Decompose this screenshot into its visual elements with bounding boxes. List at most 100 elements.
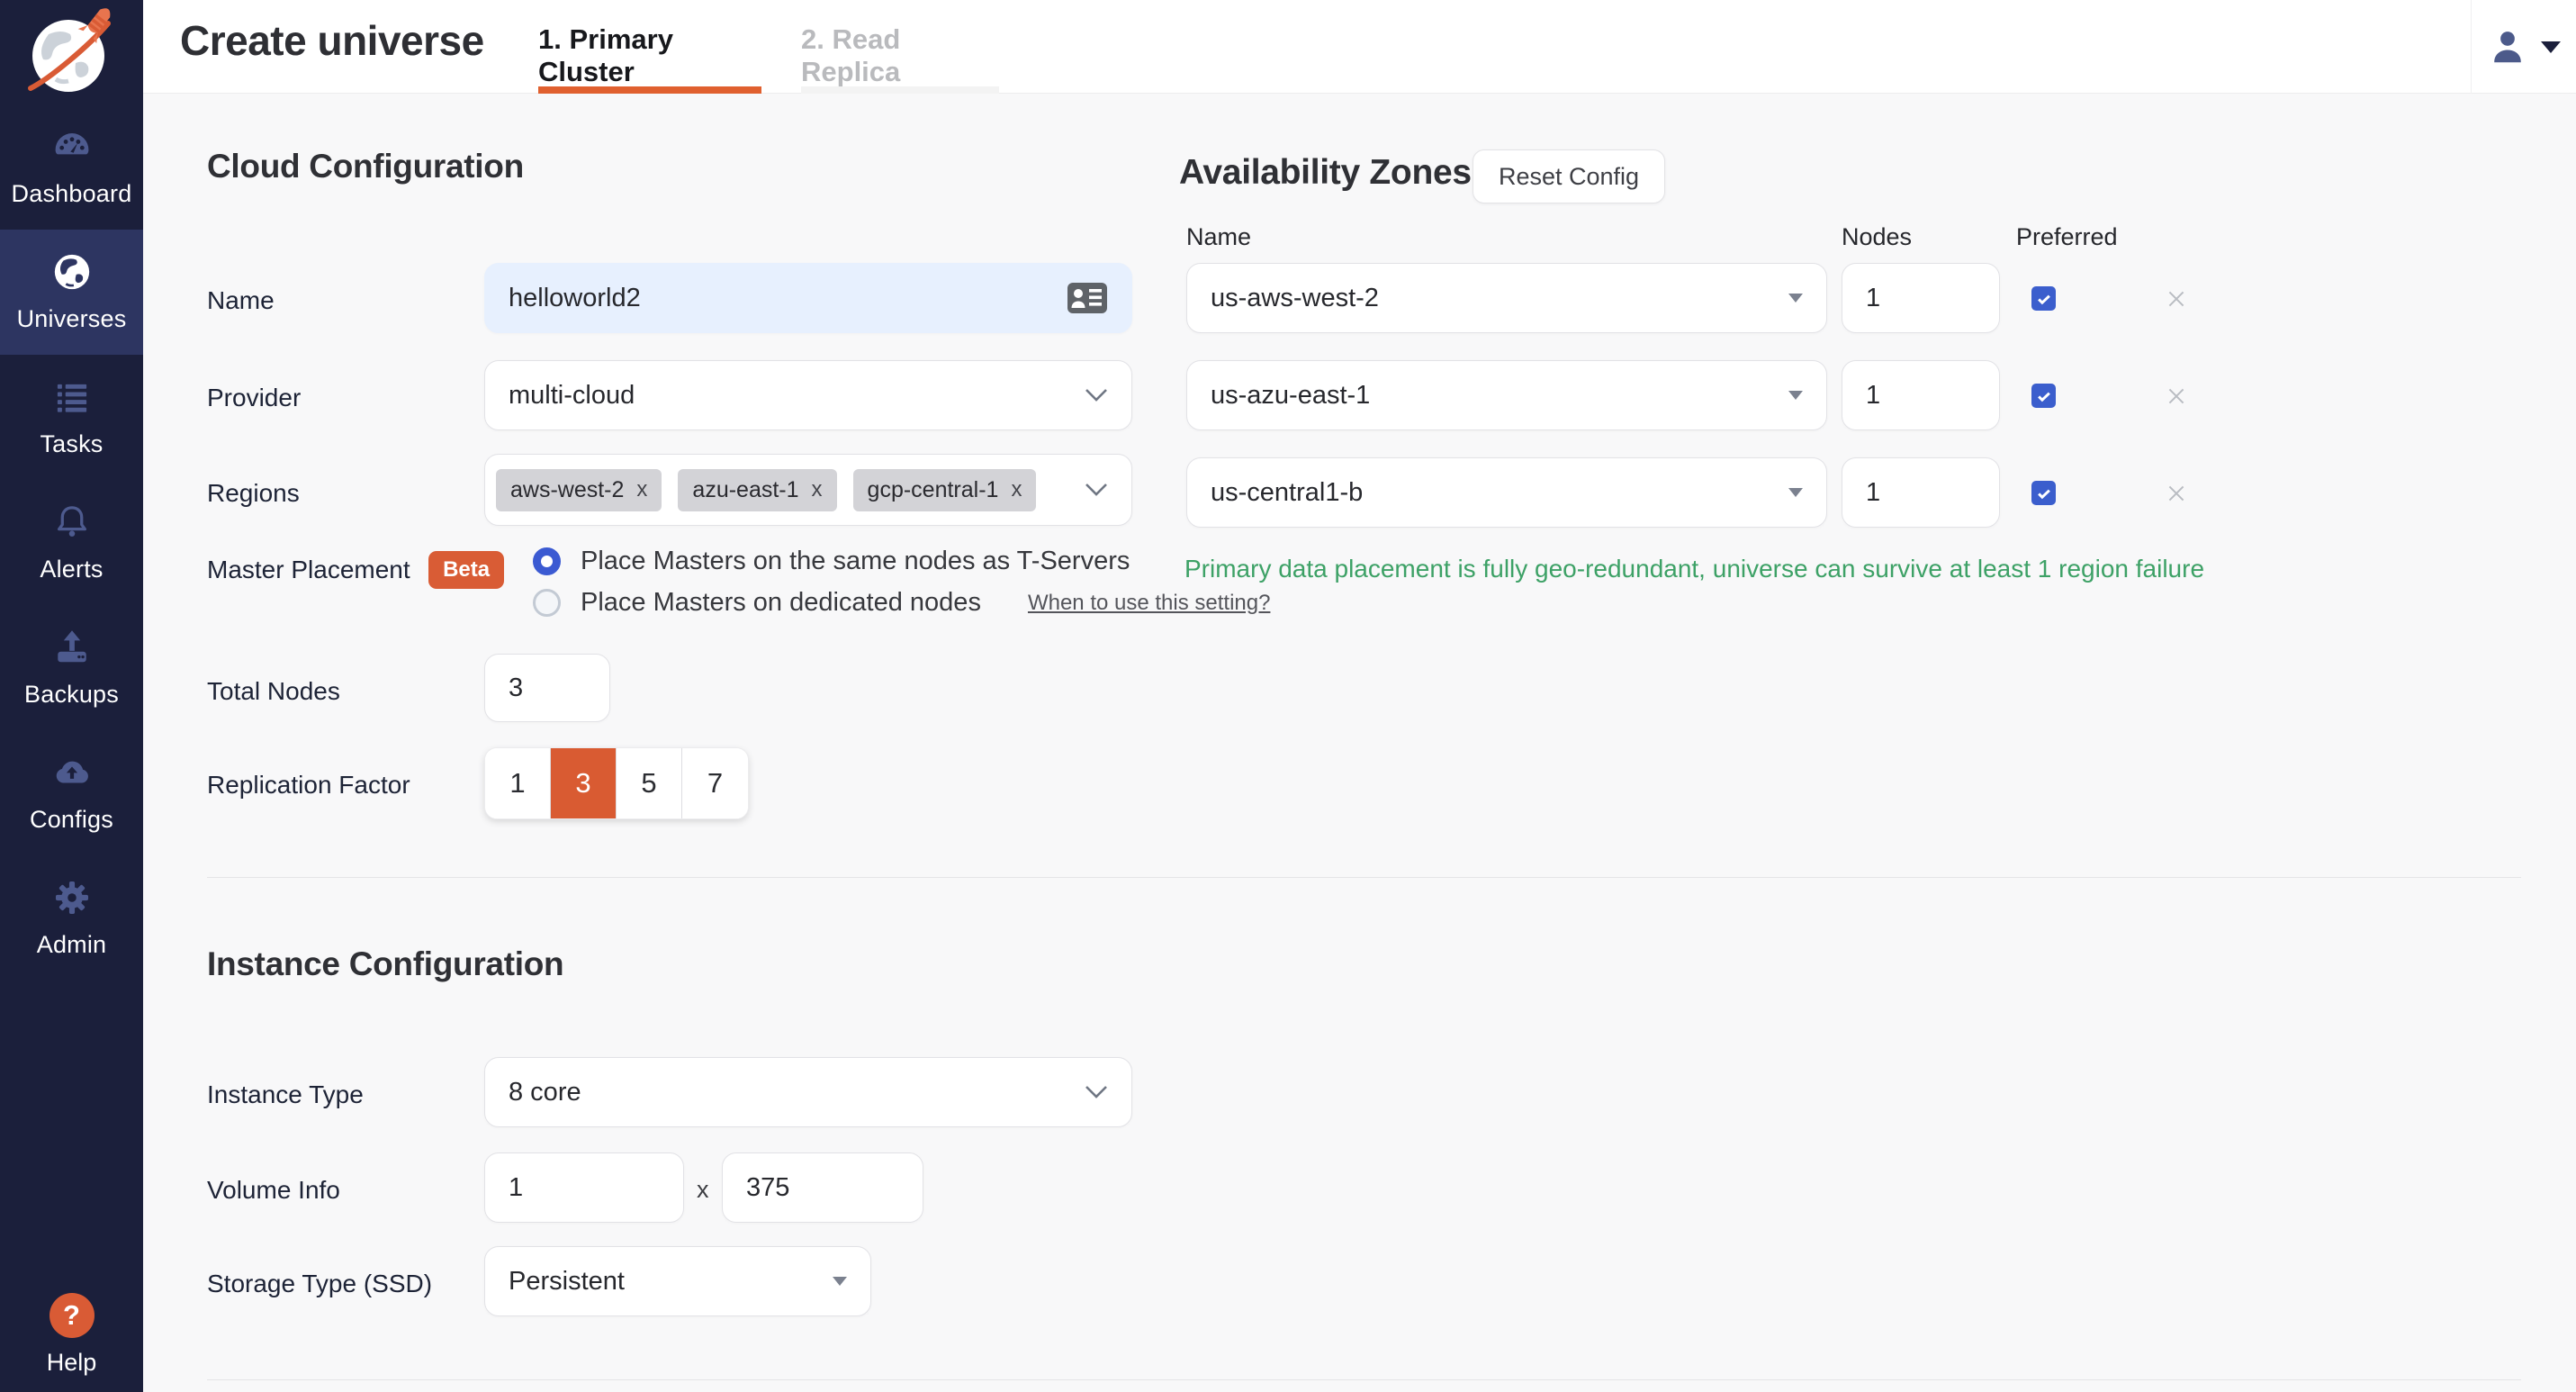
az-zone-value: us-aws-west-2 [1211, 284, 1379, 313]
universe-name-value: helloworld2 [509, 284, 641, 313]
sidebar-item-backups[interactable]: Backups [0, 605, 143, 730]
az-preferred-checkbox[interactable] [2031, 481, 2056, 505]
inactive-tab-underline [801, 86, 999, 94]
globe-rocket-logo-icon [22, 4, 122, 101]
az-zone-value: us-azu-east-1 [1211, 381, 1370, 411]
sidebar-item-label: Alerts [40, 556, 103, 583]
tasks-icon [51, 376, 93, 418]
replication-factor-group: 1 3 5 7 [484, 747, 749, 819]
az-remove-icon[interactable] [2165, 287, 2188, 311]
tab-read-replica[interactable]: 2. Read Replica [801, 0, 999, 94]
provider-value: multi-cloud [509, 381, 635, 411]
sidebar-item-alerts[interactable]: Alerts [0, 480, 143, 605]
az-zone-select[interactable]: us-azu-east-1 [1186, 360, 1827, 430]
page-title: Create universe [180, 16, 484, 65]
total-nodes-value: 3 [509, 673, 523, 703]
az-preferred-checkbox[interactable] [2031, 384, 2056, 408]
dropdown-arrow-icon [1788, 391, 1803, 400]
az-nodes-input[interactable]: 1 [1842, 360, 2000, 430]
top-header: Create universe 1. Primary Cluster 2. Re… [143, 0, 2576, 94]
sidebar-item-tasks[interactable]: Tasks [0, 355, 143, 480]
autofill-contact-icon [1067, 282, 1108, 314]
region-tag-label: azu-east-1 [692, 477, 798, 503]
master-placement-label-row: Master Placement Beta [207, 551, 504, 589]
replication-option-label: 5 [641, 767, 656, 800]
storage-type-select[interactable]: Persistent [484, 1246, 871, 1316]
provider-select[interactable]: multi-cloud [484, 360, 1132, 430]
region-tag: azu-east-1 x [678, 469, 836, 511]
sidebar-item-label: Configs [30, 806, 113, 834]
sidebar-item-label: Admin [37, 931, 107, 959]
volume-info-label: Volume Info [207, 1176, 340, 1205]
instance-type-value: 8 core [509, 1078, 581, 1107]
universe-name-input[interactable]: helloworld2 [484, 263, 1132, 333]
active-tab-underline [538, 86, 761, 94]
when-to-use-link[interactable]: When to use this setting? [1028, 591, 1270, 616]
replication-option-3[interactable]: 3 [551, 748, 617, 818]
regions-multiselect[interactable]: aws-west-2 x azu-east-1 x gcp-central-1 … [484, 454, 1132, 526]
check-icon [2035, 387, 2053, 405]
az-nodes-input[interactable]: 1 [1842, 457, 2000, 528]
instance-type-label: Instance Type [207, 1080, 364, 1109]
az-remove-icon[interactable] [2165, 482, 2188, 505]
availability-zones-heading: Availability Zones [1179, 153, 1472, 193]
dropdown-arrow-icon [1788, 488, 1803, 497]
app-logo[interactable] [0, 0, 143, 104]
instance-config-heading: Instance Configuration [207, 945, 563, 983]
az-column-name: Name [1186, 223, 1251, 251]
az-nodes-input[interactable]: 1 [1842, 263, 2000, 333]
replication-option-label: 7 [707, 767, 723, 800]
volume-size-input[interactable]: 375 [722, 1152, 923, 1223]
backups-icon [51, 627, 93, 668]
total-nodes-input[interactable]: 3 [484, 654, 610, 722]
replication-option-5[interactable]: 5 [617, 748, 682, 818]
region-tag-label: gcp-central-1 [868, 477, 999, 503]
user-menu[interactable] [2471, 0, 2576, 94]
create-universe-page: Dashboard Universes Tasks [0, 0, 2576, 1392]
volume-count-input[interactable]: 1 [484, 1152, 684, 1223]
check-icon [2035, 290, 2053, 308]
radio-same-nodes[interactable]: Place Masters on the same nodes as T-Ser… [533, 547, 1130, 576]
az-nodes-value: 1 [1866, 478, 1880, 508]
az-zone-select[interactable]: us-aws-west-2 [1186, 263, 1827, 333]
name-label: Name [207, 286, 275, 315]
region-remove-icon[interactable]: x [1011, 477, 1022, 502]
sidebar-item-universes[interactable]: Universes [0, 230, 143, 355]
sidebar-item-help[interactable]: ? Help [0, 1280, 143, 1388]
sidebar-item-configs[interactable]: Configs [0, 730, 143, 855]
sidebar-item-dashboard[interactable]: Dashboard [0, 104, 143, 230]
dashboard-icon [51, 126, 93, 167]
volume-times-separator: x [697, 1176, 709, 1204]
tab-label: 1. Primary Cluster [538, 23, 761, 88]
az-nodes-value: 1 [1866, 284, 1880, 313]
replication-option-1[interactable]: 1 [485, 748, 551, 818]
tab-label: 2. Read Replica [801, 23, 999, 88]
dropdown-arrow-icon [1788, 294, 1803, 303]
volume-count-value: 1 [509, 1173, 523, 1203]
sidebar-item-admin[interactable]: Admin [0, 855, 143, 981]
chevron-down-icon [2541, 41, 2561, 53]
replication-option-7[interactable]: 7 [682, 748, 748, 818]
az-column-preferred: Preferred [2016, 223, 2118, 251]
cloud-config-heading: Cloud Configuration [207, 148, 524, 185]
beta-badge: Beta [428, 551, 504, 589]
admin-icon [51, 877, 93, 918]
sidebar-item-label: Tasks [40, 430, 103, 458]
region-remove-icon[interactable]: x [812, 477, 823, 502]
configs-icon [51, 752, 93, 793]
radio-dedicated-nodes[interactable]: Place Masters on dedicated nodes When to… [533, 588, 1270, 618]
help-icon: ? [50, 1293, 95, 1338]
replication-option-label: 3 [575, 767, 590, 800]
az-zone-select[interactable]: us-central1-b [1186, 457, 1827, 528]
region-tag: aws-west-2 x [496, 469, 662, 511]
az-remove-icon[interactable] [2165, 384, 2188, 408]
reset-config-button[interactable]: Reset Config [1473, 149, 1665, 203]
az-preferred-checkbox[interactable] [2031, 286, 2056, 311]
tab-primary-cluster[interactable]: 1. Primary Cluster [538, 0, 761, 94]
region-remove-icon[interactable]: x [636, 477, 647, 502]
sidebar-item-label: Help [47, 1349, 97, 1377]
chevron-down-icon [1085, 388, 1108, 402]
storage-type-label: Storage Type (SSD) [207, 1270, 432, 1298]
replication-option-label: 1 [509, 767, 525, 800]
instance-type-select[interactable]: 8 core [484, 1057, 1132, 1127]
